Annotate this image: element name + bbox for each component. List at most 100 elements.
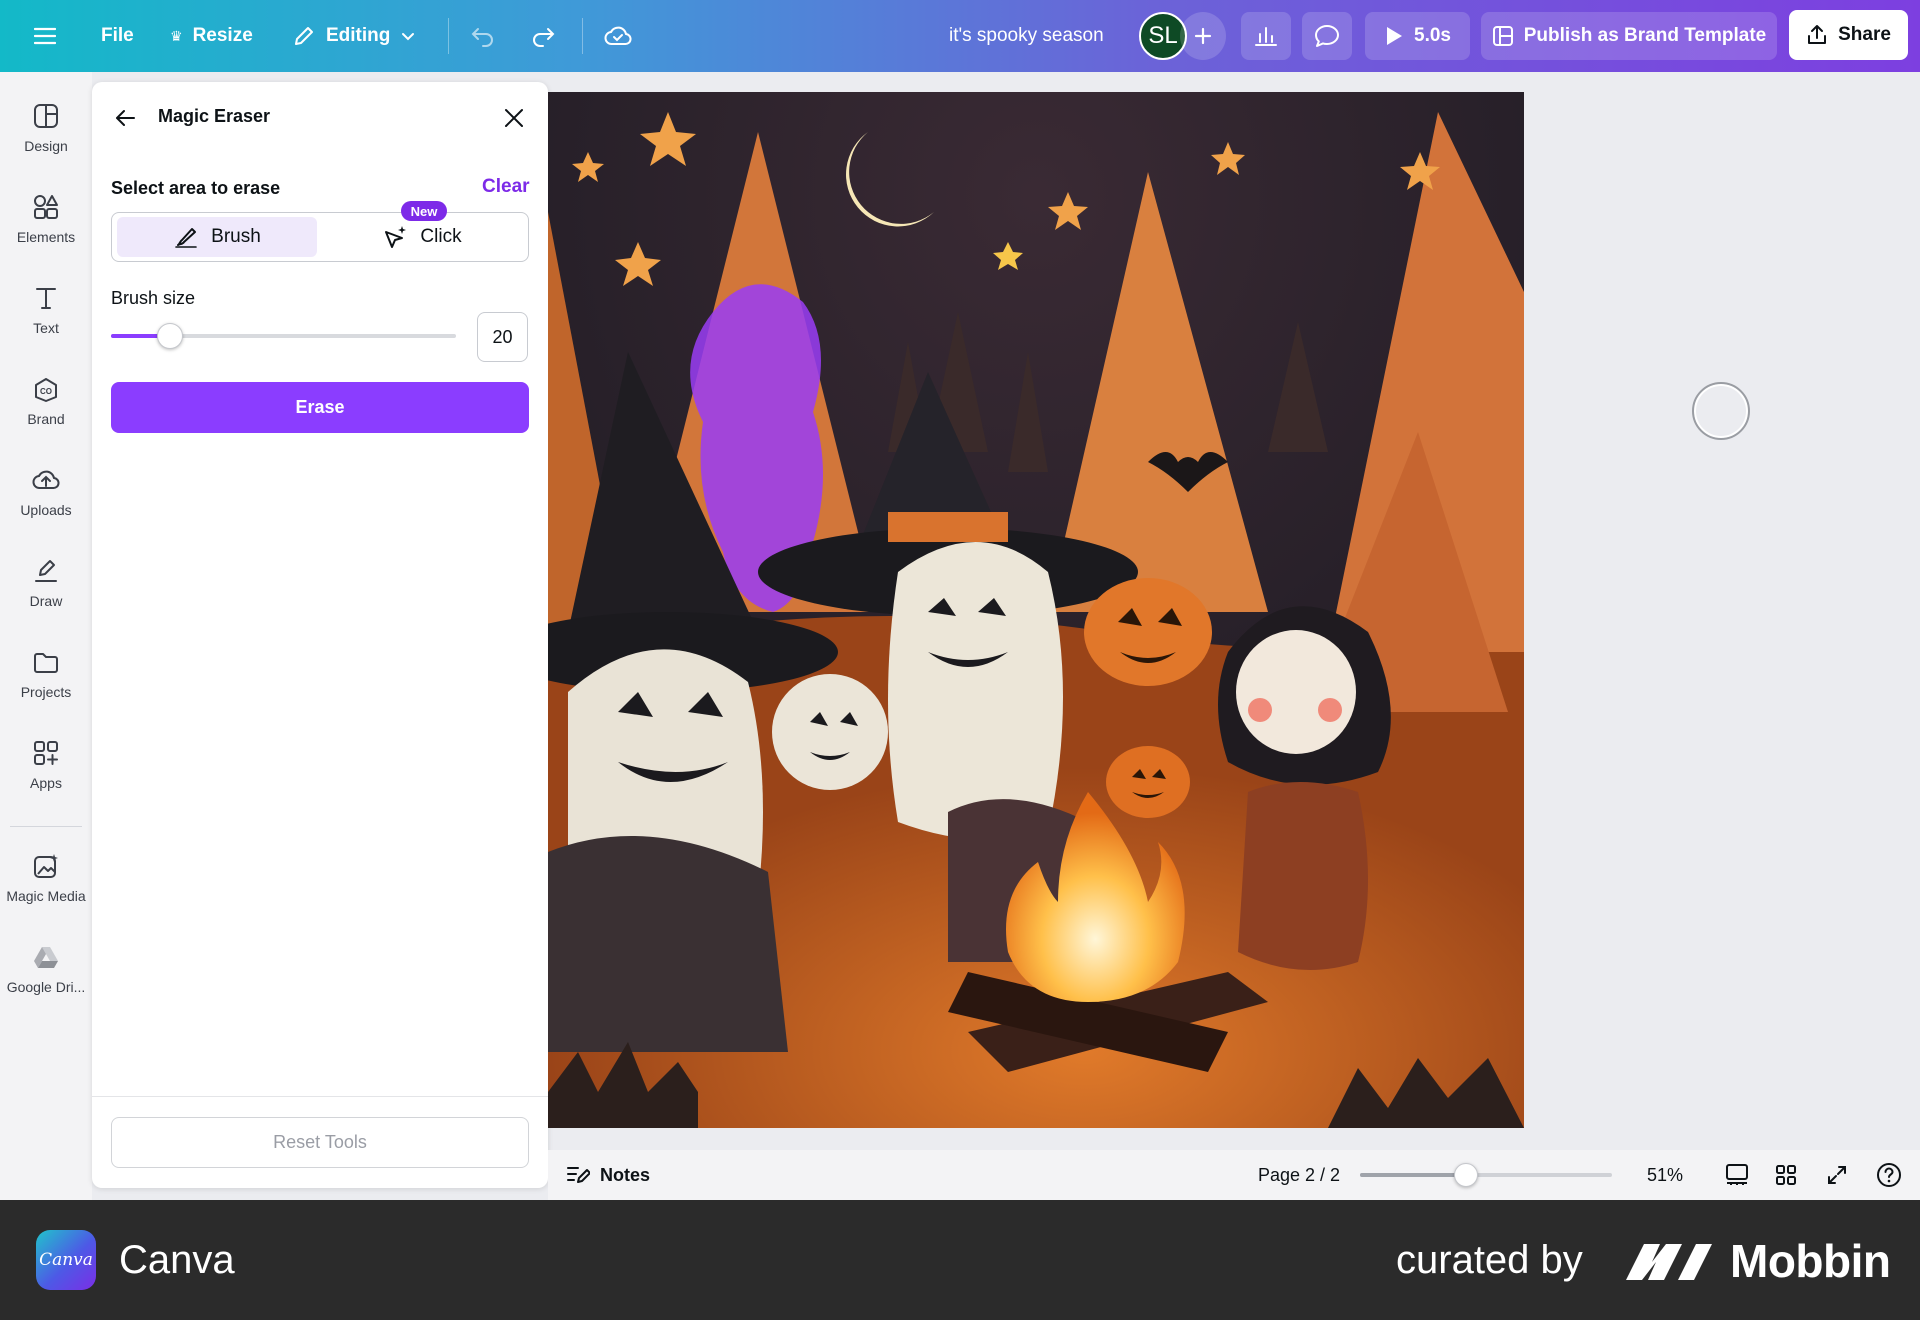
page-label: Page 2 / 2	[1258, 1164, 1341, 1185]
sidebar-label: Uploads	[20, 502, 72, 518]
draw-icon	[35, 560, 57, 582]
share-label: Share	[1838, 24, 1891, 45]
chevron-down-icon	[402, 33, 415, 41]
cloud-check-icon	[604, 26, 632, 45]
brush-label: Brush	[211, 226, 261, 247]
back-button[interactable]	[114, 106, 138, 130]
canva-logo: Canva	[36, 1230, 96, 1290]
document-title[interactable]: it's spooky season	[949, 0, 1104, 72]
share-button[interactable]: Share	[1789, 10, 1908, 60]
mobbin-logo-icon	[1626, 1236, 1716, 1280]
sidebar-item-elements[interactable]: Elements	[0, 193, 92, 273]
brand-icon: CO	[35, 378, 57, 402]
brush-mode-button[interactable]: Brush	[117, 217, 317, 257]
help-button[interactable]	[1876, 1150, 1902, 1200]
panel-title: Magic Eraser	[158, 106, 271, 126]
zoom-label: 51%	[1647, 1164, 1684, 1185]
magic-media-icon	[34, 854, 58, 878]
sidebar-label: Brand	[27, 411, 65, 427]
notes-label: Notes	[600, 1164, 651, 1185]
notes-button[interactable]: Notes	[566, 1150, 650, 1200]
panel-footer-divider	[92, 1096, 548, 1097]
toolbar-divider	[582, 18, 583, 54]
zoom-fill	[1360, 1173, 1466, 1177]
halloween-campfire-illustration	[548, 92, 1524, 1128]
plus-icon	[1194, 27, 1212, 45]
bottom-bar	[548, 1150, 1920, 1200]
document-title-text: it's spooky season	[949, 25, 1104, 46]
file-label: File	[101, 25, 134, 46]
editing-mode-dropdown[interactable]: Editing	[292, 0, 416, 72]
mobbin-brand: Mobbin	[1730, 1235, 1891, 1287]
google-drive-icon	[34, 947, 58, 968]
fullscreen-button[interactable]	[1826, 1150, 1848, 1200]
zoom-slider[interactable]	[1360, 1173, 1612, 1177]
invite-button[interactable]	[1180, 12, 1226, 60]
menu-button[interactable]	[34, 0, 56, 72]
sidebar-label: Text	[33, 320, 59, 336]
sidebar-label: Google Dri...	[6, 979, 86, 995]
play-icon	[1387, 27, 1402, 45]
page-view-button[interactable]	[1724, 1150, 1750, 1200]
new-badge: New	[401, 201, 447, 221]
sidebar-item-google-drive[interactable]: Google Dri...	[0, 943, 92, 1023]
brush-icon	[175, 228, 197, 248]
clear-button[interactable]: Clear	[482, 176, 530, 198]
brush-size-value: 20	[492, 326, 513, 347]
zoom-level[interactable]: 51%	[1647, 1150, 1683, 1200]
brush-cursor	[1692, 382, 1750, 440]
sidebar-item-projects[interactable]: Projects	[0, 648, 92, 728]
file-menu[interactable]: File	[101, 0, 134, 72]
curated-by-label: curated by	[1396, 1238, 1583, 1282]
help-icon	[1877, 1163, 1901, 1187]
sidebar-label: Magic Media	[6, 888, 86, 904]
zoom-handle[interactable]	[1453, 1163, 1478, 1187]
close-panel-button[interactable]	[502, 106, 526, 130]
reset-tools-button[interactable]: Reset Tools	[111, 1117, 529, 1168]
insights-button[interactable]	[1241, 12, 1291, 60]
sidebar-divider	[10, 826, 82, 827]
publish-label: Publish as Brand Template	[1523, 25, 1767, 46]
sidebar-item-text[interactable]: Text	[0, 284, 92, 364]
redo-button[interactable]	[530, 0, 556, 72]
page-indicator[interactable]: Page 2 / 2	[1258, 1150, 1340, 1200]
magic-click-icon	[385, 226, 407, 248]
design-canvas[interactable]	[548, 92, 1524, 1128]
erase-button[interactable]: Erase	[111, 382, 529, 433]
footer-app-name: Canva	[119, 1238, 235, 1282]
sidebar-item-uploads[interactable]: Uploads	[0, 466, 92, 546]
resize-button[interactable]: ♛ Resize	[170, 0, 253, 72]
arrow-left-icon	[116, 110, 135, 126]
template-icon	[1492, 26, 1513, 46]
page-view-icon	[1726, 1164, 1748, 1185]
brush-size-handle[interactable]	[156, 323, 183, 349]
apps-icon	[34, 741, 58, 765]
canva-logo-text: Canva	[39, 1250, 93, 1270]
sidebar-item-design[interactable]: Design	[0, 102, 92, 182]
sidebar-item-apps[interactable]: Apps	[0, 739, 92, 819]
comments-button[interactable]	[1302, 12, 1352, 60]
comment-icon	[1315, 25, 1339, 47]
sidebar-item-magic-media[interactable]: Magic Media	[0, 852, 92, 932]
sidebar-item-draw[interactable]: Draw	[0, 557, 92, 637]
undo-button[interactable]	[470, 0, 496, 72]
brush-size-input[interactable]: 20	[477, 312, 528, 362]
toolbar-divider	[448, 18, 449, 54]
crown-icon: ♛	[170, 27, 183, 44]
bar-chart-icon	[1255, 27, 1277, 46]
close-icon	[505, 109, 523, 127]
save-status-button[interactable]	[604, 0, 632, 72]
undo-icon	[471, 28, 493, 47]
redo-icon	[533, 28, 555, 47]
present-button[interactable]: 5.0s	[1365, 12, 1470, 60]
click-mode-button[interactable]: Click	[322, 217, 522, 257]
publish-brand-template-button[interactable]: Publish as Brand Template	[1481, 12, 1777, 60]
sidebar-label: Design	[24, 138, 68, 154]
sidebar-label: Projects	[20, 684, 72, 700]
pencil-icon	[295, 27, 313, 45]
grid-view-button[interactable]	[1775, 1150, 1797, 1200]
hamburger-icon	[34, 27, 56, 45]
sidebar-item-brand[interactable]: CO Brand	[0, 375, 92, 455]
timer-label: 5.0s	[1414, 25, 1451, 46]
sidebar-label: Draw	[29, 593, 63, 609]
